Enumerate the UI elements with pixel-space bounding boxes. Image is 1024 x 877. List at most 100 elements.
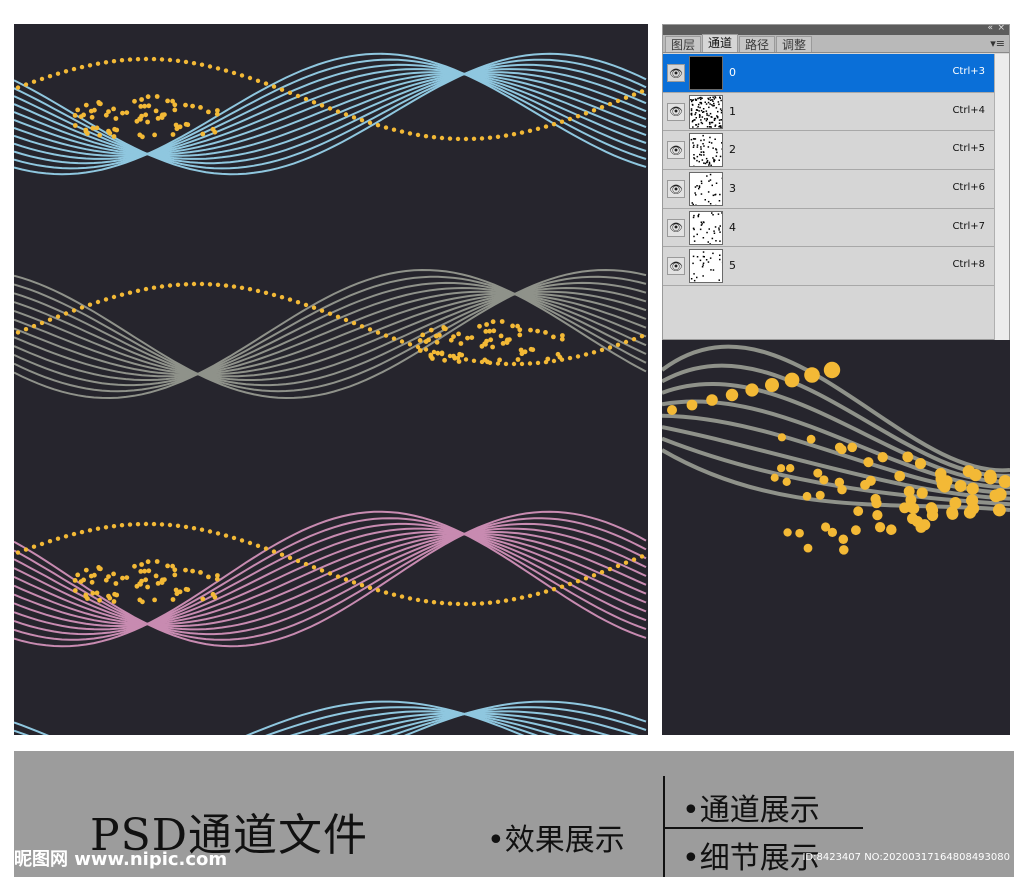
dot-wave [167, 57, 173, 63]
thumbnail-speck [714, 193, 717, 196]
dot-wave [103, 60, 109, 65]
thumbnail-speck [703, 139, 705, 142]
dot-wave [527, 593, 533, 598]
close-icon[interactable]: × [997, 23, 1005, 33]
tab-adjustments[interactable]: 调整 [776, 36, 813, 52]
tab-channels[interactable]: 通道 [702, 34, 739, 52]
dot-wave [15, 85, 21, 90]
thumbnail-speck [718, 159, 720, 162]
dot-cluster [183, 121, 189, 127]
dot-wave [487, 135, 493, 140]
dot-cluster [75, 572, 81, 578]
eye-icon[interactable]: 👁 [667, 180, 685, 199]
dot-cluster [94, 590, 100, 596]
dot-cluster [90, 590, 96, 596]
dot-wave [327, 311, 333, 316]
dot-cluster [528, 346, 534, 352]
thumbnail-speck [712, 104, 714, 107]
collapse-icon[interactable]: « [987, 23, 993, 33]
thumbnail-speck [709, 257, 712, 260]
dot-wave [447, 601, 453, 606]
detail-dot [834, 477, 845, 488]
thumbnail-speck [706, 175, 708, 177]
channel-thumbnail [689, 172, 723, 207]
panel-scrollbar[interactable] [994, 54, 1009, 340]
thumbnail-speck [698, 161, 700, 163]
thumbnail-speck [714, 117, 717, 119]
detail-dot [954, 479, 967, 493]
dot-cluster [96, 100, 102, 105]
thumbnail-speck [715, 204, 717, 206]
dot-wave [383, 590, 389, 595]
dot-wave [383, 125, 389, 130]
channel-name: 3 [729, 182, 736, 196]
thumbnail-speck [706, 114, 708, 116]
dot-cluster [106, 128, 111, 134]
channel-row-4[interactable]: 👁 4 Ctrl+7 [663, 208, 995, 248]
eye-icon[interactable]: 👁 [667, 64, 685, 82]
thumbnail-speck [693, 154, 695, 156]
channel-row-2[interactable]: 👁 2 Ctrl+5 [663, 131, 995, 171]
thumbnail-speck [700, 151, 702, 154]
thumbnail-speck [693, 235, 695, 237]
thumbnail-speck [693, 240, 696, 242]
thumbnail-speck [696, 160, 698, 162]
dot-wave [55, 71, 61, 76]
thumbnail-speck [719, 96, 721, 98]
dot-cluster [139, 97, 144, 102]
eye-icon[interactable]: 👁 [667, 141, 685, 160]
channel-row-3[interactable]: 👁 3 Ctrl+6 [663, 170, 995, 209]
dot-cluster [198, 105, 203, 110]
dot-cluster [490, 344, 495, 350]
detail-dot [870, 493, 881, 505]
dot-wave [191, 281, 197, 287]
dot-cluster [146, 103, 152, 109]
dot-wave [519, 130, 525, 135]
dot-wave [559, 119, 565, 124]
dot-cluster [490, 319, 496, 325]
thumbnail-speck [698, 187, 700, 190]
dot-wave [247, 287, 253, 292]
thumbnail-speck [704, 199, 706, 201]
channel-name: 2 [729, 143, 736, 157]
thumbnail-speck [692, 125, 694, 128]
dot-wave [215, 282, 221, 287]
dot-wave [599, 570, 605, 575]
dot-wave [335, 574, 341, 579]
dot-wave [575, 114, 581, 119]
thumbnail-speck [713, 102, 715, 104]
dot-cluster [142, 568, 148, 574]
tab-layers[interactable]: 图层 [665, 36, 702, 52]
dot-wave [295, 93, 301, 99]
dot-wave [31, 323, 37, 329]
detail-dot [783, 528, 792, 537]
thumbnail-speck [692, 203, 694, 206]
panel-menu-icon[interactable]: ▾≡ [990, 37, 1005, 50]
dot-wave [263, 81, 269, 86]
dot-wave [47, 317, 53, 322]
eye-icon[interactable]: 👁 [667, 257, 685, 276]
channel-row-5[interactable]: 👁 5 Ctrl+8 [663, 247, 995, 287]
thumbnail-speck [702, 107, 705, 110]
thumbnail-speck [690, 109, 693, 111]
dot-cluster [465, 335, 470, 341]
thumbnail-speck [713, 230, 715, 232]
eye-icon[interactable]: 👁 [667, 102, 685, 121]
thumbnail-speck [705, 119, 708, 122]
thumbnail-speck [700, 109, 703, 112]
dot-wave [39, 541, 45, 547]
dot-wave [311, 100, 317, 105]
dot-wave [95, 61, 101, 66]
tab-paths[interactable]: 路径 [739, 36, 776, 52]
dot-wave [447, 136, 453, 141]
channel-row-0[interactable]: 👁 0 Ctrl+3 [663, 54, 995, 93]
dot-wave [231, 70, 237, 76]
dot-wave [623, 560, 629, 565]
eye-icon[interactable]: 👁 [667, 218, 685, 237]
dot-wave [591, 108, 597, 113]
dot-wave [167, 522, 173, 528]
thumbnail-speck [720, 99, 722, 101]
dot-cluster [75, 107, 81, 113]
dot-cluster [94, 125, 100, 131]
channel-row-1[interactable]: 👁 1 Ctrl+4 [663, 92, 995, 132]
